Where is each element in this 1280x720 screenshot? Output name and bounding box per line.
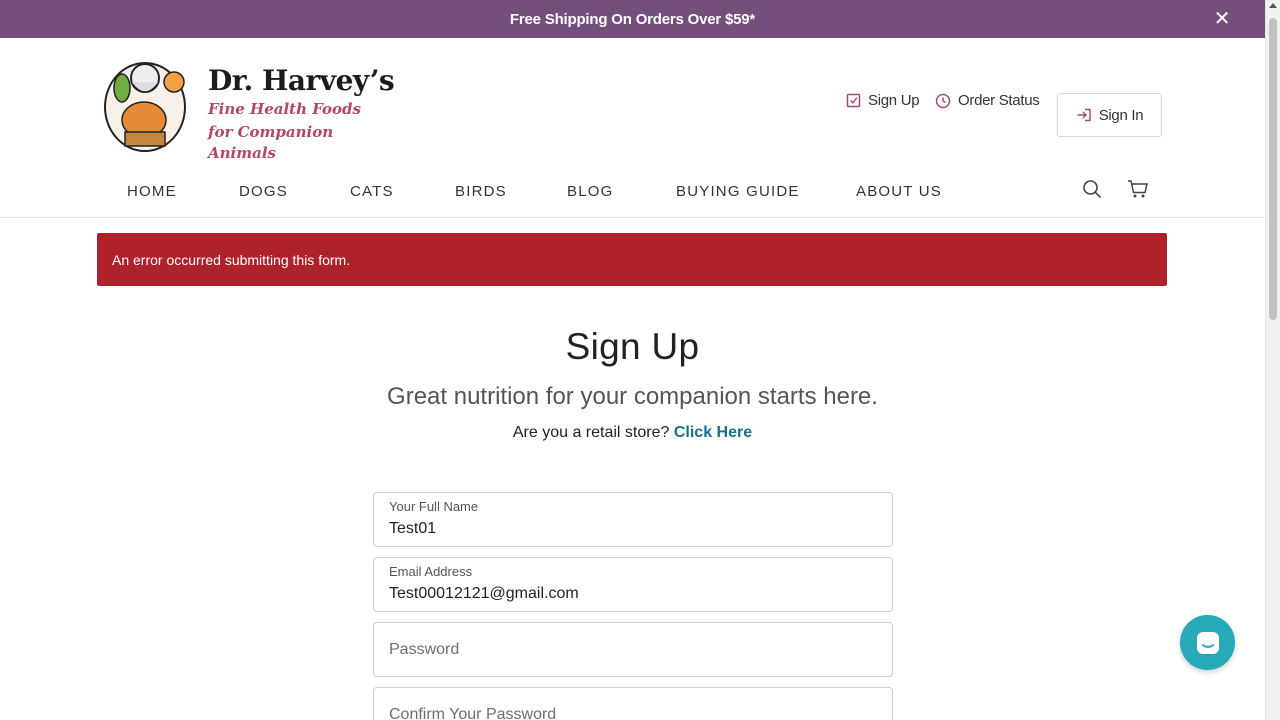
nav-item-buying-guide[interactable]: BUYING GUIDE xyxy=(676,183,800,200)
order-status-label: Order Status xyxy=(958,92,1040,109)
email-value: Test00012121@gmail.com xyxy=(389,585,579,602)
error-message: An error occurred submitting this form. xyxy=(112,251,351,268)
full-name-value: Test01 xyxy=(389,520,437,537)
nav-item-dogs[interactable]: DOGS xyxy=(239,183,288,200)
logo-title: Dr. Harvey’s xyxy=(208,64,395,97)
main-nav: HOME DOGS CATS BIRDS BLOG BUYING GUIDE A… xyxy=(0,183,1265,207)
search-icon[interactable] xyxy=(1082,179,1102,204)
signup-label: Sign Up xyxy=(868,92,920,109)
close-icon[interactable]: ✕ xyxy=(1211,8,1233,30)
signup-link[interactable]: Sign Up xyxy=(846,92,920,109)
cart-icon[interactable] xyxy=(1127,179,1149,204)
nav-item-about-us[interactable]: ABOUT US xyxy=(856,183,942,200)
nav-item-blog[interactable]: BLOG xyxy=(567,183,613,200)
chat-launcher-button[interactable] xyxy=(1180,615,1235,670)
retail-question: Are you a retail store? xyxy=(512,424,670,441)
full-name-field[interactable]: Your Full Name Test01 xyxy=(373,492,893,547)
password-field[interactable]: Password xyxy=(373,622,893,677)
order-status-link[interactable]: Order Status xyxy=(935,92,1040,109)
page-scrollbar[interactable] xyxy=(1265,0,1280,720)
nav-item-birds[interactable]: BIRDS xyxy=(455,183,507,200)
clock-icon xyxy=(935,93,951,108)
email-field[interactable]: Email Address Test00012121@gmail.com xyxy=(373,557,893,612)
sign-in-button[interactable]: Sign In xyxy=(1057,93,1162,137)
password-placeholder: Password xyxy=(389,641,460,658)
nav-item-cats[interactable]: CATS xyxy=(350,183,394,200)
retail-prompt: Are you a retail store? Click Here xyxy=(0,424,1265,442)
page-subtitle: Great nutrition for your companion start… xyxy=(387,383,878,410)
scroll-up-icon[interactable] xyxy=(1269,3,1277,8)
retail-link[interactable]: Click Here xyxy=(674,424,752,441)
error-banner: An error occurred submitting this form. xyxy=(97,233,1167,286)
promo-bar: Free Shipping On Orders Over $59* ✕ xyxy=(0,0,1265,38)
email-label: Email Address xyxy=(389,564,473,579)
confirm-password-field[interactable]: Confirm Your Password xyxy=(373,687,893,720)
logo-illustration-icon xyxy=(100,52,190,152)
site-header: Dr. Harvey’s Fine Health Foods for Compa… xyxy=(0,38,1265,218)
full-name-label: Your Full Name xyxy=(389,499,479,514)
page-title: Sign Up xyxy=(565,326,700,367)
confirm-password-placeholder: Confirm Your Password xyxy=(389,706,557,720)
checkbox-icon xyxy=(846,93,861,108)
promo-text: Free Shipping On Orders Over $59* xyxy=(509,10,756,28)
logo-tagline-1: Fine Health Foods xyxy=(208,100,361,118)
chat-icon xyxy=(1196,631,1219,654)
scroll-thumb[interactable] xyxy=(1269,18,1277,320)
sign-in-icon xyxy=(1077,108,1091,122)
logo-tagline-2: for Companion Animals xyxy=(208,123,334,162)
logo[interactable]: Dr. Harvey’s Fine Health Foods for Compa… xyxy=(100,52,400,162)
nav-item-home[interactable]: HOME xyxy=(127,183,177,200)
sign-in-label: Sign In xyxy=(1098,106,1144,124)
